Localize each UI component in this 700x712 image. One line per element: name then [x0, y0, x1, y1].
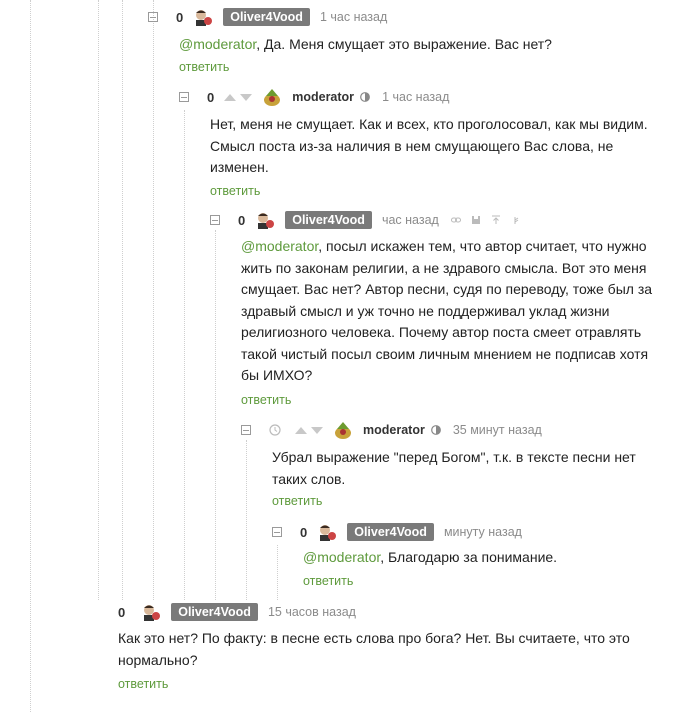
collapse-toggle-icon[interactable] [148, 12, 158, 22]
author-nick[interactable]: Oliver4Vood [285, 211, 372, 229]
save-icon[interactable] [471, 215, 481, 225]
author-nick[interactable]: Oliver4Vood [171, 603, 258, 621]
comment-rating: 0 [118, 604, 126, 620]
downvote-icon[interactable] [311, 426, 323, 434]
collapse-toggle-icon[interactable] [241, 425, 251, 435]
avatar-icon[interactable] [193, 7, 213, 27]
pin-icon[interactable] [491, 215, 501, 225]
author-nick[interactable]: Oliver4Vood [223, 8, 310, 26]
reply-link[interactable]: ответить [303, 574, 353, 588]
comment-header: 0 moderator 1 час назад [179, 86, 449, 108]
reply-link[interactable]: ответить [118, 677, 168, 691]
author-nick[interactable]: Oliver4Vood [347, 523, 434, 541]
mention-link[interactable]: @moderator [241, 238, 318, 254]
comment-header: 0 Oliver4Vood 1 час назад [148, 6, 387, 28]
comment-body: @moderator, посыл искажен тем, что автор… [241, 238, 653, 383]
avatar-icon[interactable] [255, 210, 275, 230]
comment-header: 0 Oliver4Vood минуту назад [272, 521, 522, 543]
collapse-toggle-icon[interactable] [272, 527, 282, 537]
upvote-icon[interactable] [295, 426, 307, 434]
comment-time[interactable]: 1 час назад [320, 10, 387, 24]
comment-rating: 0 [238, 212, 246, 228]
comment-header: 0 Oliver4Vood час назад [210, 209, 521, 231]
comment: 0 moderator 1 час назад Нет, меня не сму… [179, 86, 689, 201]
comment: moderator 35 минут назад Убрал выражение… [241, 419, 691, 514]
thread-line [153, 0, 154, 600]
thread-line [98, 0, 99, 600]
comment-rating: 0 [300, 524, 308, 540]
avatar-icon[interactable] [262, 87, 282, 107]
comment-time[interactable]: 15 часов назад [268, 605, 356, 619]
comment-time[interactable]: 1 час назад [382, 90, 449, 104]
avatar-icon[interactable] [333, 420, 353, 440]
thread-line [122, 0, 123, 600]
avatar-icon[interactable] [141, 602, 161, 622]
reply-link[interactable]: ответить [179, 60, 229, 74]
comment-body: @moderator, Да. Меня смущает это выражен… [179, 36, 552, 52]
comment-header: 0 Oliver4Vood 15 часов назад [118, 601, 356, 623]
link-icon[interactable] [450, 215, 461, 225]
comment: 0 Oliver4Vood 1 час назад @moderator, Да… [148, 6, 688, 86]
mention-link[interactable]: @moderator [303, 549, 380, 565]
thread-line [30, 0, 31, 712]
upvote-icon[interactable] [224, 93, 237, 101]
collapse-toggle-icon[interactable] [210, 215, 220, 225]
comment-time[interactable]: минуту назад [444, 525, 522, 539]
comment-body: @moderator, Благодарю за понимание. [303, 549, 558, 565]
clock-icon [269, 424, 281, 436]
vote-controls [224, 93, 253, 101]
collapse-toggle-icon[interactable] [179, 92, 189, 102]
mention-link[interactable]: @moderator [179, 36, 256, 52]
comment-time[interactable]: час назад [382, 213, 439, 227]
share-icon[interactable] [511, 215, 521, 225]
comment-body: Нет, меня не смущает. Как и всех, кто пр… [210, 116, 648, 175]
avatar-icon[interactable] [317, 522, 337, 542]
reply-link[interactable]: ответить [241, 393, 291, 407]
author-nick[interactable]: moderator [292, 90, 354, 104]
reply-link[interactable]: ответить [272, 494, 322, 508]
comment: 0 Oliver4Vood минуту назад @moderator, Б… [272, 521, 692, 596]
moderator-shield-icon [360, 92, 370, 102]
vote-controls [295, 426, 323, 434]
comment: 0 Oliver4Vood час назад @moderator, посы… [210, 209, 690, 414]
comment-body: Как это нет? По факту: в песне есть слов… [118, 630, 630, 668]
author-nick[interactable]: moderator [363, 423, 425, 437]
downvote-icon[interactable] [240, 93, 253, 101]
comment-header: moderator 35 минут назад [241, 419, 542, 441]
moderator-shield-icon [430, 425, 441, 435]
comment-body: Убрал выражение "перед Богом", т.к. в те… [272, 449, 636, 487]
comment-time[interactable]: 35 минут назад [453, 423, 542, 437]
comment-rating: 0 [176, 9, 184, 25]
reply-link[interactable]: ответить [210, 184, 260, 198]
comment: 0 Oliver4Vood 15 часов назад Как это нет… [118, 601, 698, 701]
comment-rating: 0 [207, 89, 215, 105]
